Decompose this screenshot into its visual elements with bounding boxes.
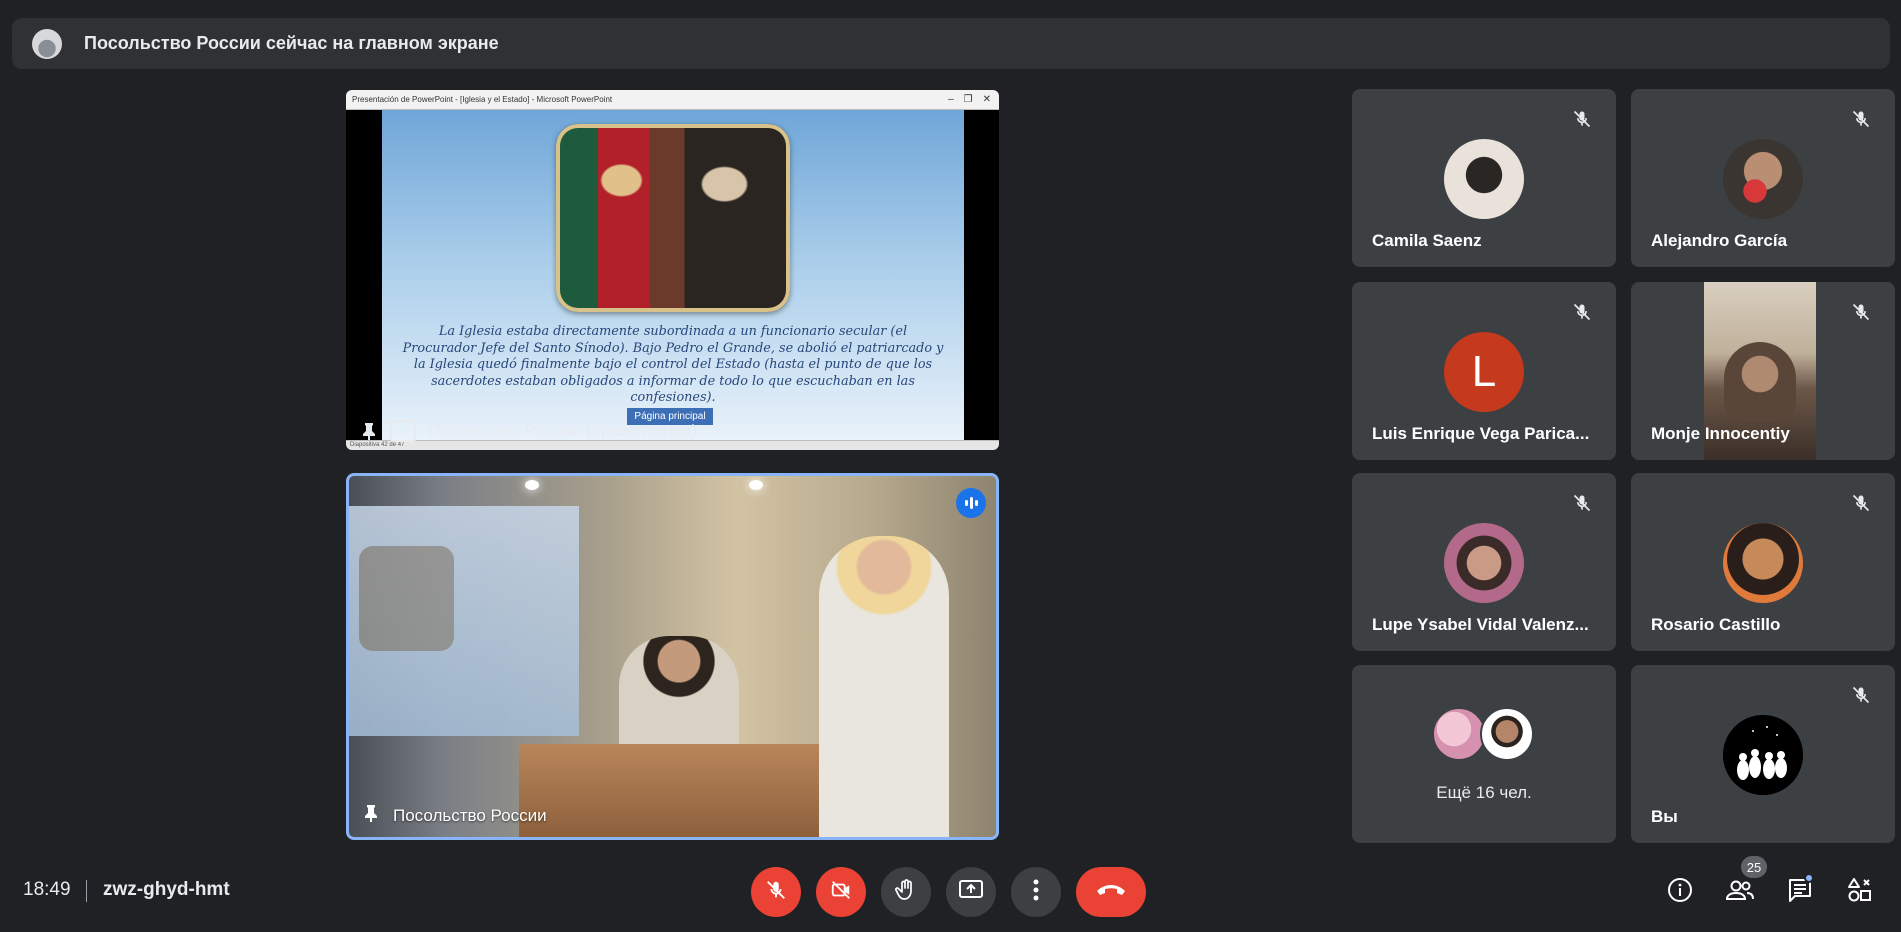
meeting-details-button[interactable] — [1660, 872, 1700, 912]
avatar — [1432, 707, 1486, 761]
avatar — [1723, 139, 1803, 219]
mic-off-icon — [1568, 298, 1596, 326]
mic-toggle-button[interactable] — [751, 867, 801, 917]
avatar — [1444, 139, 1524, 219]
speaker-name: Посольство России — [393, 805, 547, 825]
participant-name: Monje Innocentiy — [1651, 424, 1790, 443]
presenting-banner: Посольство России сейчас на главном экра… — [12, 18, 1890, 69]
ppt-window-title: Presentación de PowerPoint - [Iglesia y … — [352, 95, 613, 104]
more-vert-icon — [1033, 879, 1039, 906]
video-ceiling-light — [749, 480, 763, 490]
people-button[interactable] — [1720, 872, 1760, 912]
present-screen-button[interactable] — [946, 867, 996, 917]
call-end-icon — [1095, 883, 1127, 902]
mic-off-icon — [1847, 298, 1875, 326]
participant-tile[interactable]: L Luis Enrique Vega Parica... — [1352, 282, 1616, 460]
speaker-video-tile[interactable]: Посольство России — [346, 473, 999, 840]
pin-icon[interactable] — [363, 804, 379, 827]
present-icon — [958, 879, 984, 906]
ppt-titlebar: Presentación de PowerPoint - [Iglesia y … — [346, 90, 999, 110]
window-controls: – ❐ ✕ — [948, 94, 991, 105]
participant-name: Luis Enrique Vega Parica... — [1372, 424, 1590, 443]
more-participants-count: Ещё 16 чел. — [1436, 783, 1532, 802]
speaker-label: Посольство России — [363, 804, 547, 827]
mic-off-icon — [1847, 489, 1875, 517]
participant-name: Rosario Castillo — [1651, 615, 1781, 634]
current-time: 18:49 — [23, 879, 71, 900]
chat-button[interactable] — [1780, 872, 1820, 912]
slide-text: La Iglesia estaba directamente subordina… — [402, 324, 944, 405]
avatar — [1723, 715, 1803, 795]
divider — [86, 880, 87, 902]
activities-button[interactable] — [1840, 872, 1880, 912]
camera-toggle-button[interactable] — [816, 867, 866, 917]
mic-off-icon — [1847, 681, 1875, 709]
slide-painting — [556, 124, 790, 312]
banner-text: Посольство России сейчас на главном экра… — [84, 33, 499, 53]
participant-tile[interactable]: Lupe Ysabel Vidal Valenz... — [1352, 473, 1616, 651]
slide: La Iglesia estaba directamente subordina… — [382, 110, 964, 440]
video-ceiling-light — [525, 480, 539, 490]
participant-tile[interactable]: Camila Saenz — [1352, 89, 1616, 267]
video-table — [519, 744, 859, 837]
mic-off-icon — [765, 879, 787, 906]
participant-name: Camila Saenz — [1372, 231, 1482, 250]
penguins-icon — [1723, 715, 1803, 795]
avatar: L — [1444, 332, 1524, 412]
participant-tile[interactable]: Rosario Castillo — [1631, 473, 1895, 651]
mic-off-icon — [1568, 105, 1596, 133]
speaking-indicator-icon — [956, 488, 986, 518]
people-icon — [1725, 878, 1755, 907]
more-avatars — [1432, 707, 1534, 761]
avatar — [1723, 523, 1803, 603]
videocam-off-icon — [829, 879, 853, 906]
avatar — [1480, 707, 1534, 761]
participant-tile[interactable]: Monje Innocentiy — [1631, 282, 1895, 460]
info-icon — [1667, 877, 1693, 908]
people-count-badge: 25 — [1741, 856, 1767, 878]
presenter-avatar — [32, 28, 62, 59]
hand-icon — [894, 878, 918, 907]
leave-call-button[interactable] — [1076, 867, 1146, 917]
raise-hand-button[interactable] — [881, 867, 931, 917]
participant-name: Lupe Ysabel Vidal Valenz... — [1372, 615, 1589, 634]
avatar — [1444, 523, 1524, 603]
participant-name: Alejandro García — [1651, 231, 1788, 250]
self-tile[interactable]: Вы — [1631, 665, 1895, 843]
meet-window: Посольство России сейчас на главном экра… — [0, 0, 1901, 932]
pin-icon[interactable] — [360, 422, 378, 440]
video-projector-screen — [349, 506, 579, 736]
presentation-label: ↑ Посольство России (презентация) — [360, 420, 697, 442]
presentation-tile[interactable]: Presentación de PowerPoint - [Iglesia y … — [346, 90, 999, 450]
participant-tile[interactable]: Alejandro García — [1631, 89, 1895, 267]
present-icon: ↑ — [390, 420, 416, 442]
activities-icon — [1847, 877, 1873, 908]
mic-off-icon — [1847, 105, 1875, 133]
more-options-button[interactable] — [1011, 867, 1061, 917]
mic-off-icon — [1568, 489, 1596, 517]
participant-name: Вы — [1651, 807, 1678, 826]
more-participants-tile[interactable]: Ещё 16 чел. — [1352, 665, 1616, 843]
presentation-name: Посольство России (презентация) — [428, 421, 698, 440]
meeting-code: zwz-ghyd-hmt — [103, 879, 230, 900]
video-standing-speaker — [819, 536, 949, 837]
chat-unread-dot — [1804, 873, 1814, 883]
